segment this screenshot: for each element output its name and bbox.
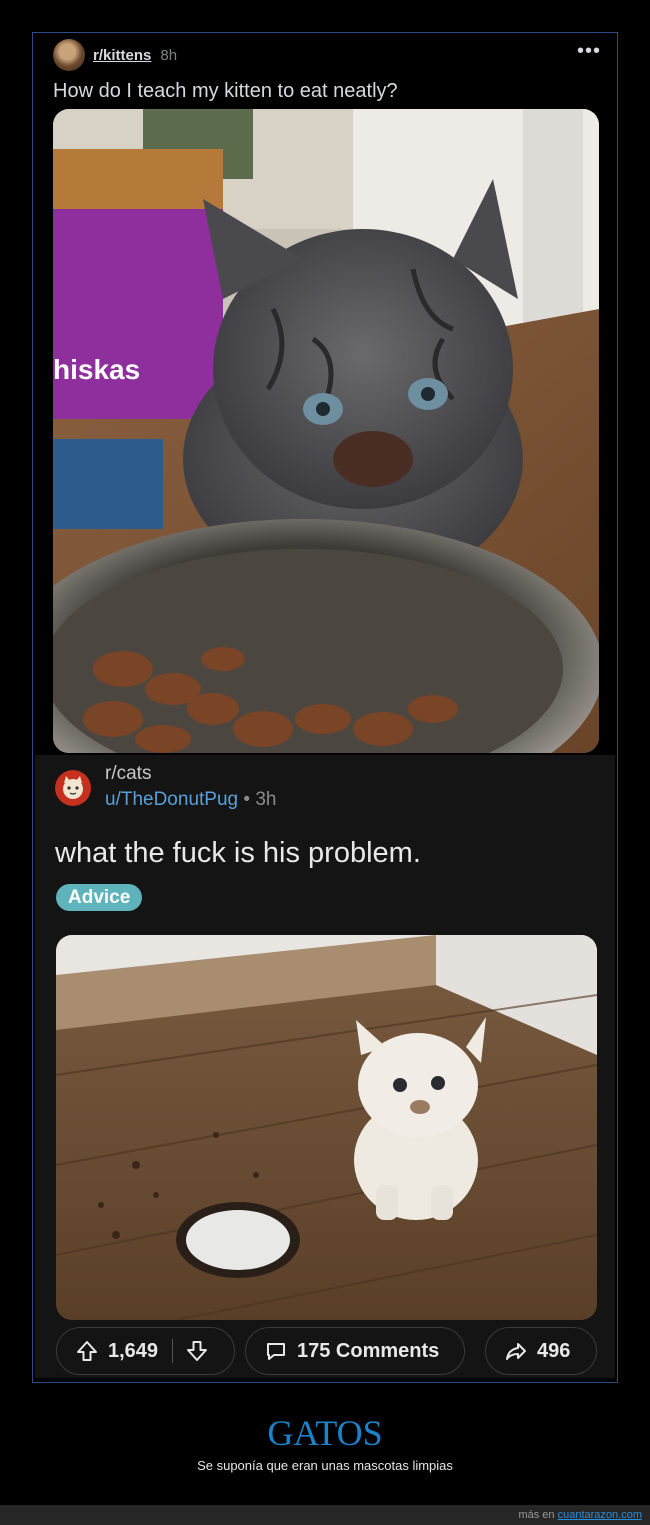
caption-subtitle: Se suponía que eran unas mascotas limpia… — [197, 1458, 453, 1473]
share-count: 496 — [537, 1339, 571, 1362]
vote-pill: 1,649 — [56, 1327, 235, 1375]
post-time: 3h — [255, 789, 277, 810]
subreddit-avatar-cats[interactable] — [55, 770, 91, 806]
meta-separator: • — [243, 789, 251, 810]
share-button[interactable]: 496 — [485, 1327, 597, 1375]
upvote-icon[interactable] — [75, 1339, 99, 1363]
post2-image[interactable] — [56, 935, 597, 1320]
upvote-count: 1,649 — [108, 1339, 159, 1362]
share-icon — [506, 1343, 526, 1360]
comment-icon — [267, 1343, 285, 1360]
post1-header: r/kittens 8h ••• — [53, 39, 601, 71]
post-frame: r/kittens 8h ••• How do I teach my kitte… — [32, 32, 618, 1383]
footer-prefix: más en — [518, 1509, 555, 1521]
subreddit-link[interactable]: r/kittens — [93, 47, 151, 64]
username-link[interactable]: u/TheDonutPug — [105, 789, 238, 810]
footer-site-link[interactable]: cuantarazon.com — [558, 1509, 642, 1521]
subreddit-label[interactable]: r/cats — [105, 763, 151, 785]
post2-title[interactable]: what the fuck is his problem. — [55, 837, 421, 870]
bag-brand-text: hiskas — [53, 354, 140, 385]
more-options-icon[interactable]: ••• — [577, 41, 601, 64]
post1-image[interactable]: hiskas — [53, 109, 599, 753]
site-footer: más en cuantarazon.com — [0, 1505, 650, 1525]
comments-button[interactable]: 175 Comments — [245, 1327, 465, 1375]
kitten-eating-photo: hiskas — [53, 109, 599, 753]
comments-label: 175 Comments — [297, 1339, 440, 1362]
post1-title[interactable]: How do I teach my kitten to eat neatly? — [53, 80, 398, 103]
cat-icon — [63, 776, 83, 799]
downvote-icon[interactable] — [185, 1339, 209, 1363]
vote-divider — [172, 1339, 174, 1363]
post2-card[interactable]: r/cats u/TheDonutPug • 3h what the fuck … — [35, 755, 615, 1378]
post-time: 8h — [160, 46, 178, 64]
white-kitten-photo — [56, 935, 597, 1320]
flair-badge[interactable]: Advice — [56, 884, 143, 911]
caption-title: GATOS — [267, 1413, 383, 1453]
post-meta: u/TheDonutPug • 3h — [105, 789, 276, 811]
action-bar: 1,649 175 Comments 496 — [56, 1327, 597, 1375]
subreddit-avatar[interactable] — [53, 39, 85, 71]
